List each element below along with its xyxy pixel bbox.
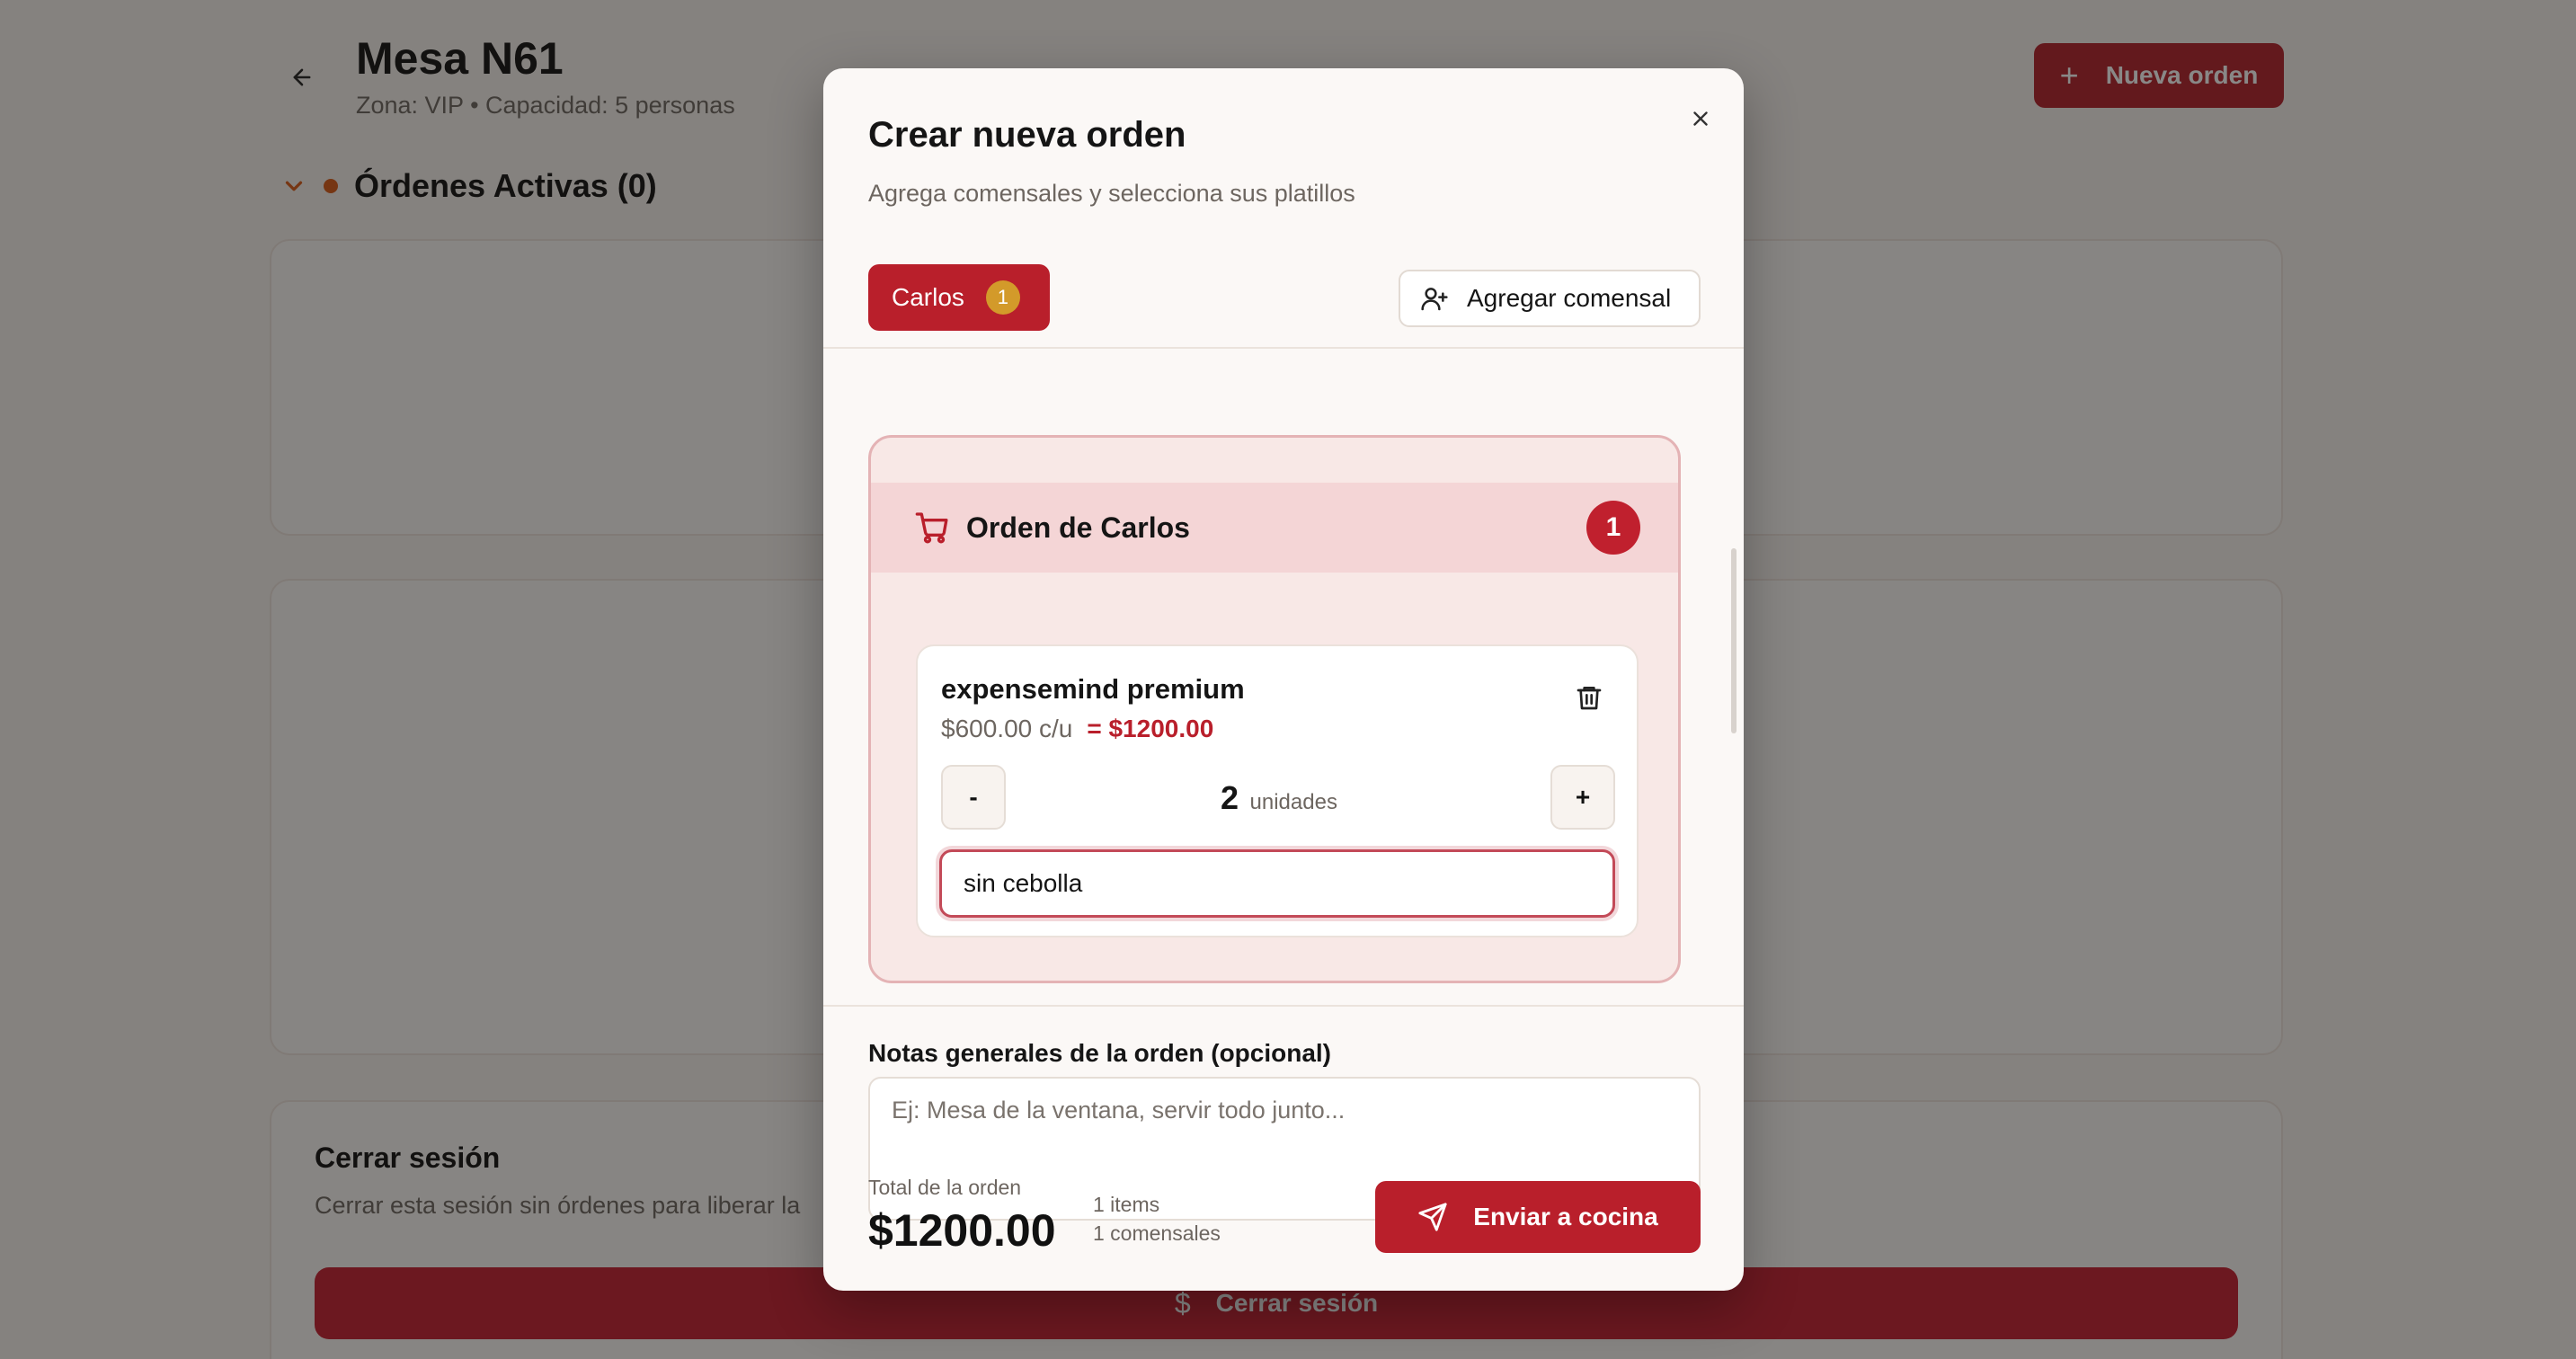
general-notes-label: Notas generales de la orden (opcional) — [868, 1039, 1332, 1067]
diner-item-count-badge: 1 — [985, 280, 1020, 315]
modal-title: Crear nueva orden — [868, 115, 1186, 155]
delete-item-button[interactable] — [1567, 675, 1612, 720]
items-count: 1 items — [1093, 1193, 1160, 1216]
trash-icon — [1577, 687, 1602, 710]
scrollbar[interactable] — [1731, 548, 1737, 733]
diner-order-count-badge: 1 — [1586, 501, 1640, 555]
quantity-value: 2 — [1221, 779, 1239, 816]
diner-order-panel: Orden de Carlos 1 expensemind premium $6… — [868, 435, 1681, 983]
diner-order-title: Orden de Carlos — [966, 511, 1190, 544]
quantity-display: 2 unidades — [1008, 779, 1550, 817]
item-name: expensemind premium — [941, 673, 1245, 705]
close-icon — [1693, 111, 1708, 126]
send-to-kitchen-button[interactable]: Enviar a cocina — [1375, 1181, 1701, 1253]
item-price-row: $600.00 c/u = $1200.00 — [941, 715, 1213, 743]
decrease-quantity-button[interactable]: - — [941, 765, 1006, 830]
increase-quantity-button[interactable]: + — [1550, 765, 1615, 830]
add-diner-button[interactable]: Agregar comensal — [1399, 270, 1701, 327]
user-plus-icon — [1421, 288, 1448, 311]
send-icon — [1418, 1203, 1447, 1231]
add-diner-label: Agregar comensal — [1467, 284, 1672, 312]
diner-order-header: Orden de Carlos 1 — [871, 483, 1678, 573]
diner-tab-carlos[interactable]: Carlos 1 — [868, 264, 1050, 331]
order-total-label: Total de la orden — [868, 1176, 1022, 1199]
item-notes-input[interactable] — [939, 849, 1615, 918]
create-order-modal: Crear nueva orden Agrega comensales y se… — [823, 68, 1744, 1291]
order-scroll-area[interactable]: Orden de Carlos 1 expensemind premium $6… — [823, 349, 1744, 1005]
divider — [823, 1005, 1744, 1007]
send-to-kitchen-label: Enviar a cocina — [1473, 1203, 1658, 1230]
order-item-card: expensemind premium $600.00 c/u = $1200.… — [916, 644, 1639, 937]
item-line-total: = $1200.00 — [1087, 715, 1214, 742]
diners-count: 1 comensales — [1093, 1221, 1221, 1245]
item-unit-price: $600.00 c/u — [941, 715, 1073, 742]
diner-tab-label: Carlos — [892, 283, 964, 311]
quantity-unit: unidades — [1249, 790, 1337, 814]
modal-description: Agrega comensales y selecciona sus plati… — [868, 180, 1355, 207]
order-summary-meta: 1 items 1 comensales — [1093, 1190, 1221, 1248]
close-button[interactable] — [1679, 97, 1722, 140]
order-total-value: $1200.00 — [868, 1205, 1056, 1256]
shopping-cart-icon — [915, 512, 948, 544]
